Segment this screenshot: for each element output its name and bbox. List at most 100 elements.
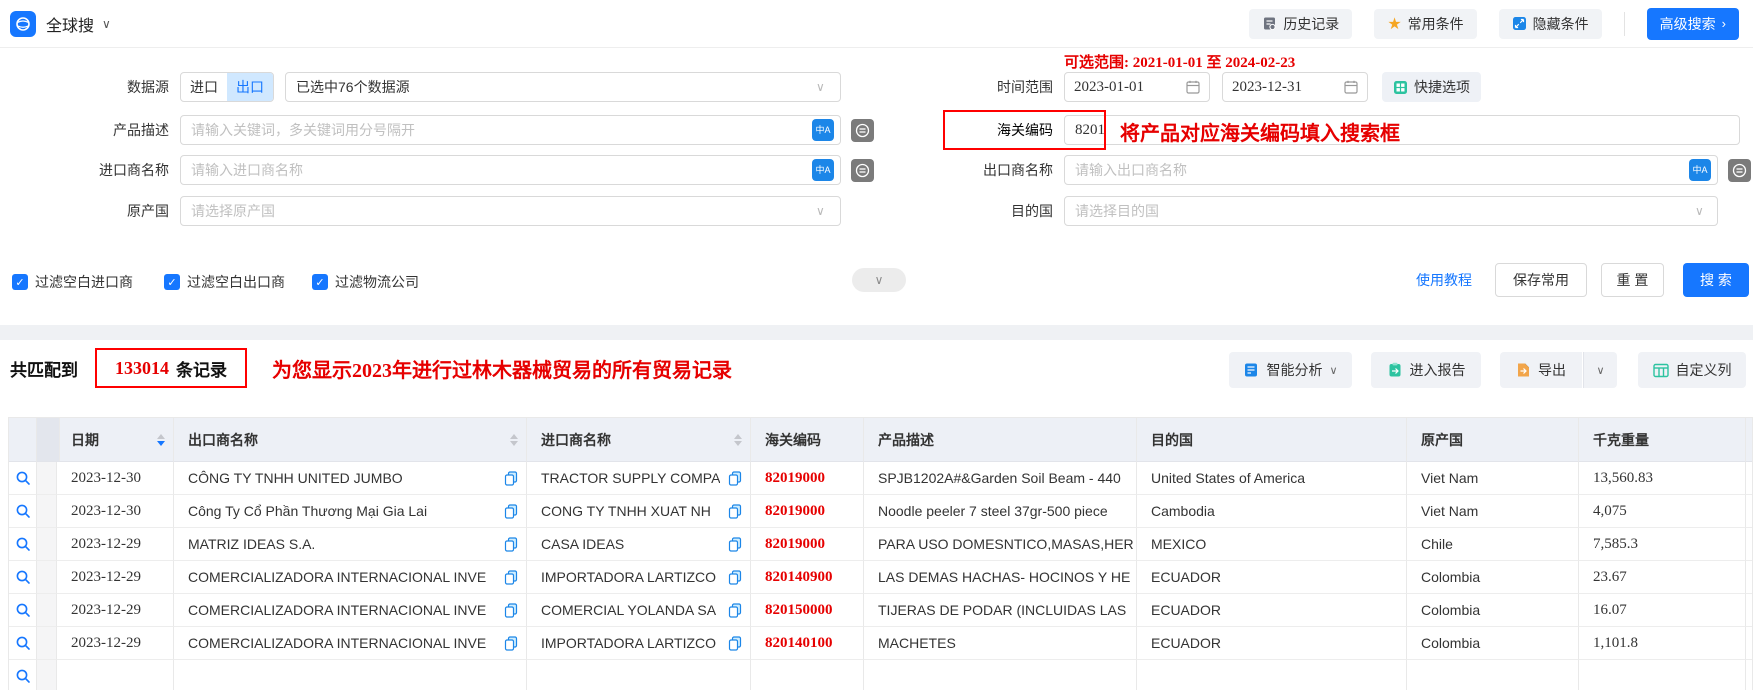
- dedupe-icon[interactable]: [851, 159, 874, 182]
- result-annotation: 为您显示2023年进行过林木器械贸易的所有贸易记录: [272, 354, 732, 383]
- cell: 4,075: [1579, 495, 1746, 528]
- header-cell-8[interactable]: 原产国: [1407, 418, 1579, 462]
- cell: [57, 660, 174, 690]
- copy-icon[interactable]: [504, 471, 518, 486]
- filter-logistics-checkbox[interactable]: ✓ 过滤物流公司: [312, 272, 419, 292]
- custom-columns-button[interactable]: 自定义列: [1638, 352, 1746, 388]
- import-tab[interactable]: 进口: [181, 73, 227, 101]
- header-cell-5[interactable]: 海关编码: [751, 418, 864, 462]
- cell-destination: United States of America: [1151, 470, 1305, 486]
- fixed-strip: [37, 495, 57, 528]
- reset-button[interactable]: 重 置: [1601, 263, 1664, 297]
- sort-icons[interactable]: [510, 434, 518, 446]
- header-cell-4[interactable]: 进口商名称: [527, 418, 751, 462]
- cell-date: 2023-12-29: [71, 569, 141, 586]
- dest-country-placeholder: 请选择目的国: [1075, 203, 1159, 219]
- cell: 7,585.3: [1579, 528, 1746, 561]
- cell-origin: Viet Nam: [1421, 470, 1478, 486]
- copy-icon[interactable]: [728, 504, 742, 519]
- hide-conditions-icon: [1512, 16, 1527, 31]
- cell: United States of America: [1137, 462, 1407, 495]
- translate-icon[interactable]: 中A: [1689, 159, 1711, 181]
- date-start-input[interactable]: 2023-01-01: [1064, 72, 1210, 102]
- dest-country-label: 目的国: [900, 196, 1053, 226]
- sort-down-icon: [734, 441, 742, 446]
- cell-weight: 4,075: [1593, 503, 1627, 520]
- table-row: 2023-12-29COMERCIALIZADORA INTERNACIONAL…: [9, 594, 1752, 627]
- cell: [9, 594, 37, 627]
- table-row: [9, 660, 1752, 690]
- header-cell-9[interactable]: 千克重量: [1579, 418, 1746, 462]
- advanced-search-button[interactable]: 高级搜索 ›: [1647, 8, 1739, 40]
- dedupe-icon[interactable]: [851, 119, 874, 142]
- smart-analysis-button[interactable]: 智能分析 ∨: [1229, 352, 1352, 388]
- origin-country-select[interactable]: 请选择原产国: [180, 196, 841, 226]
- export-icon: [1516, 362, 1531, 378]
- view-detail-magnifier-icon[interactable]: [15, 569, 31, 585]
- importer-name-input[interactable]: [180, 155, 841, 185]
- dest-country-select[interactable]: 请选择目的国: [1064, 196, 1718, 226]
- search-button[interactable]: 搜 索: [1683, 263, 1749, 297]
- cell: Viet Nam: [1407, 462, 1579, 495]
- filter-blank-exporter-checkbox[interactable]: ✓ 过滤空白出口商: [164, 272, 285, 292]
- copy-icon[interactable]: [728, 603, 742, 618]
- cell: Chile: [1407, 528, 1579, 561]
- export-dropdown-toggle[interactable]: ∨: [1583, 352, 1617, 388]
- cell: [9, 561, 37, 594]
- cell-weight: 13,560.83: [1593, 470, 1653, 487]
- header-cell-7[interactable]: 目的国: [1137, 418, 1407, 462]
- exporter-name-input[interactable]: [1064, 155, 1718, 185]
- export-tab[interactable]: 出口: [227, 73, 273, 101]
- cell: MATRIZ IDEAS S.A.: [174, 528, 527, 561]
- view-detail-magnifier-icon[interactable]: [15, 635, 31, 651]
- app-switcher-chevron-icon[interactable]: ∨: [102, 17, 111, 31]
- copy-icon[interactable]: [728, 570, 742, 585]
- save-favorite-button[interactable]: 保存常用: [1495, 263, 1587, 297]
- view-detail-magnifier-icon[interactable]: [15, 668, 31, 684]
- sort-down-icon: [157, 441, 165, 446]
- cell: [1746, 561, 1753, 594]
- translate-icon[interactable]: 中A: [812, 119, 834, 141]
- enter-report-button[interactable]: 进入报告: [1371, 352, 1481, 388]
- view-detail-magnifier-icon[interactable]: [15, 602, 31, 618]
- copy-icon[interactable]: [504, 636, 518, 651]
- filter-blank-importer-checkbox[interactable]: ✓ 过滤空白进口商: [12, 272, 133, 292]
- data-source-select[interactable]: 已选中76个数据源: [285, 72, 841, 102]
- data-source-label: 数据源: [0, 72, 169, 102]
- cell: 820140900: [751, 561, 864, 594]
- history-icon: [1262, 16, 1277, 31]
- copy-icon[interactable]: [728, 471, 742, 486]
- copy-icon[interactable]: [504, 603, 518, 618]
- translate-icon[interactable]: 中A: [812, 159, 834, 181]
- copy-icon[interactable]: [728, 636, 742, 651]
- cell: [527, 660, 751, 690]
- match-count: 133014: [115, 358, 169, 379]
- header-cell-6[interactable]: 产品描述: [864, 418, 1137, 462]
- view-detail-magnifier-icon[interactable]: [15, 470, 31, 486]
- view-detail-magnifier-icon[interactable]: [15, 536, 31, 552]
- header-cell-3[interactable]: 出口商名称: [174, 418, 527, 462]
- product-desc-input[interactable]: [180, 115, 841, 145]
- favorites-button[interactable]: ★ 常用条件: [1374, 9, 1476, 39]
- tutorial-link[interactable]: 使用教程: [1416, 263, 1472, 297]
- fixed-strip: [37, 561, 57, 594]
- quick-options-button[interactable]: 快捷选项: [1382, 72, 1481, 102]
- filter-label: 过滤空白出口商: [187, 272, 285, 292]
- cell-importer: TRACTOR SUPPLY COMPA: [541, 470, 720, 486]
- copy-icon[interactable]: [504, 570, 518, 585]
- date-end-input[interactable]: 2023-12-31: [1222, 72, 1368, 102]
- copy-icon[interactable]: [504, 504, 518, 519]
- hide-conditions-button[interactable]: 隐藏条件: [1499, 9, 1602, 39]
- copy-icon[interactable]: [504, 537, 518, 552]
- chevron-down-icon: ∨: [1596, 364, 1604, 377]
- cell: [1746, 660, 1753, 690]
- copy-icon[interactable]: [728, 537, 742, 552]
- history-button[interactable]: 历史记录: [1249, 9, 1352, 39]
- view-detail-magnifier-icon[interactable]: [15, 503, 31, 519]
- export-button[interactable]: 导出: [1500, 352, 1582, 388]
- dedupe-icon[interactable]: [1728, 159, 1751, 182]
- sort-icons[interactable]: [157, 434, 165, 446]
- header-cell-2[interactable]: 日期: [57, 418, 174, 462]
- sort-icons[interactable]: [734, 434, 742, 446]
- collapse-form-toggle[interactable]: ∨: [852, 268, 906, 292]
